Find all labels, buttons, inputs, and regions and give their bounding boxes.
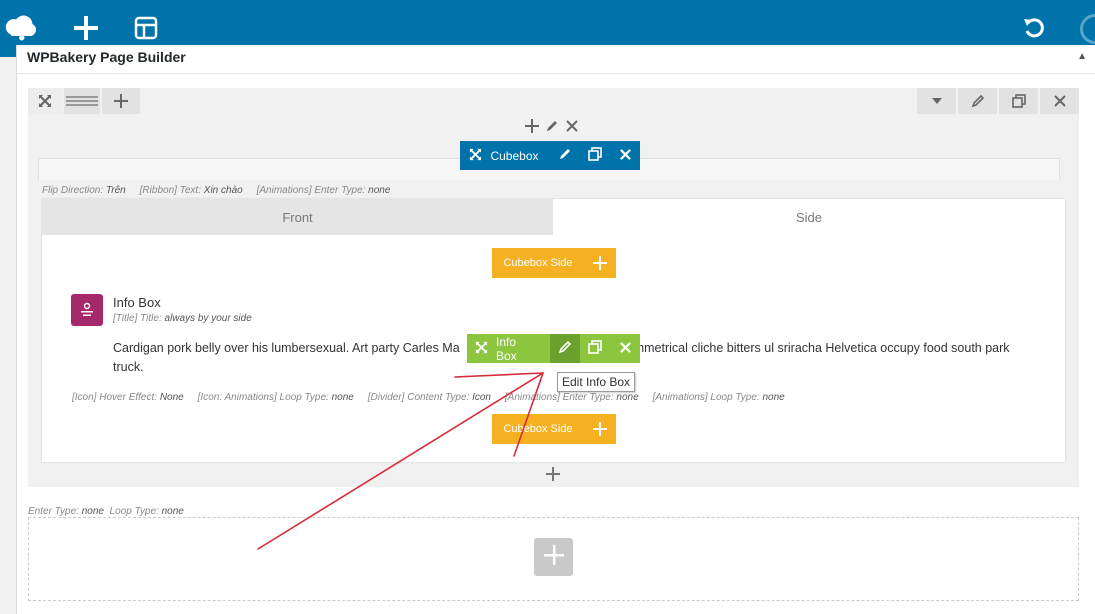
row-layout-icon[interactable] (64, 88, 100, 114)
plus-icon[interactable] (584, 256, 616, 270)
info-box-clone-button[interactable] (580, 334, 610, 363)
cubebox-side-top-button[interactable]: Cubebox Side (492, 248, 616, 278)
param-value: Xin chào (203, 185, 243, 196)
tab-side[interactable]: Side (553, 199, 1065, 235)
row2-params: Enter Type: none Loop Type: none (28, 506, 184, 517)
content-text-line2: truck. (113, 360, 144, 374)
info-box-icon (71, 294, 103, 326)
cubebox-side-label: Cubebox Side (503, 257, 573, 269)
tab-front[interactable]: Front (42, 199, 553, 235)
info-box-edit-button[interactable] (550, 334, 580, 363)
row-controls-left (28, 88, 142, 114)
param-value: None (159, 392, 184, 403)
info-box-label: Info Box (496, 334, 517, 363)
search-icon[interactable] (1080, 14, 1095, 44)
param-key: Enter Type: (28, 506, 79, 517)
info-box-toolbar: Info Box (467, 334, 640, 363)
content-text-right: mmetrical cliche bitters ul sriracha Hel… (633, 341, 1010, 355)
column-edit-icon[interactable] (545, 119, 559, 138)
param-value: none (81, 506, 104, 517)
pencil-icon (558, 340, 572, 357)
row-clone-icon[interactable] (999, 88, 1038, 114)
info-box-title-param: [Title] Title: always by your side (113, 313, 252, 324)
column-controls (525, 119, 579, 138)
info-box-delete-button[interactable] (610, 334, 640, 363)
row-delete-icon[interactable] (1040, 88, 1079, 114)
plus-icon (543, 544, 564, 570)
row-dropdown-icon[interactable] (917, 88, 956, 114)
edit-info-box-tooltip: Edit Info Box (557, 372, 636, 392)
row-edit-icon[interactable] (958, 88, 997, 114)
move-icon (469, 148, 482, 164)
param-key: [Animations] Enter Type: (504, 392, 614, 403)
cubebox-side-label: Cubebox Side (503, 423, 573, 435)
param-value: none (331, 392, 354, 403)
add-element-button[interactable] (534, 538, 573, 576)
cubebox-params: Flip Direction: Trên [Ribbon] Text: Xin … (42, 185, 390, 196)
row-add-column-icon[interactable] (102, 88, 140, 114)
cubebox-delete-button[interactable] (610, 141, 640, 170)
param-key: [Ribbon] Text: (139, 185, 201, 196)
add-element-below-icon[interactable] (546, 467, 560, 486)
row-controls-right (915, 88, 1079, 114)
param-value: none (616, 392, 639, 403)
content-text-left: Cardigan pork belly over his lumbersexua… (113, 341, 460, 355)
param-value: Trên (105, 185, 126, 196)
pencil-icon (558, 147, 572, 164)
column-add-icon[interactable] (525, 119, 539, 138)
param-key: Loop Type: (109, 506, 159, 517)
clone-icon (588, 147, 602, 164)
close-icon (619, 148, 632, 164)
param-value: always by your side (164, 313, 252, 324)
param-value: none (161, 506, 184, 517)
add-element-icon[interactable] (70, 12, 102, 44)
param-key: Flip Direction: (42, 185, 104, 196)
param-key: [Animations] Loop Type: (652, 392, 760, 403)
cubebox-clone-button[interactable] (580, 141, 610, 170)
cubebox-move-handle[interactable]: Cubebox (460, 141, 550, 170)
param-key: [Title] Title: (113, 313, 162, 324)
clone-icon (588, 340, 602, 357)
move-icon (475, 341, 488, 357)
param-key: [Divider] Content Type: (367, 392, 470, 403)
cubebox-edit-button[interactable] (550, 141, 580, 170)
plus-icon[interactable] (584, 422, 616, 436)
info-box-name: Info Box (113, 295, 161, 310)
cubebox-label: Cubebox (490, 148, 539, 163)
param-key: [Icon: Animations] Loop Type: (197, 392, 329, 403)
row-move-icon[interactable] (28, 88, 62, 114)
undo-icon[interactable] (1018, 12, 1050, 44)
column-delete-icon[interactable] (565, 119, 579, 138)
cubebox-toolbar: Cubebox (460, 141, 640, 170)
param-value: none (368, 185, 391, 196)
info-box-move-handle[interactable]: Info Box (467, 334, 550, 363)
param-value: none (762, 392, 785, 403)
panel-title: WPBakery Page Builder (27, 49, 186, 65)
param-key: [Animations] Enter Type: (256, 185, 366, 196)
param-value: Icon (472, 392, 491, 403)
cubebox-side-bottom-button[interactable]: Cubebox Side (492, 414, 616, 444)
templates-icon[interactable] (130, 12, 162, 44)
panel-toggle-icon[interactable]: ▲ (1077, 51, 1087, 62)
param-key: [Icon] Hover Effect: (72, 392, 158, 403)
panel-divider (17, 73, 1095, 74)
cloud-logo-icon[interactable] (4, 12, 36, 44)
close-icon (619, 341, 632, 357)
info-box-params: [Icon] Hover Effect: None [Icon: Animati… (72, 392, 785, 403)
